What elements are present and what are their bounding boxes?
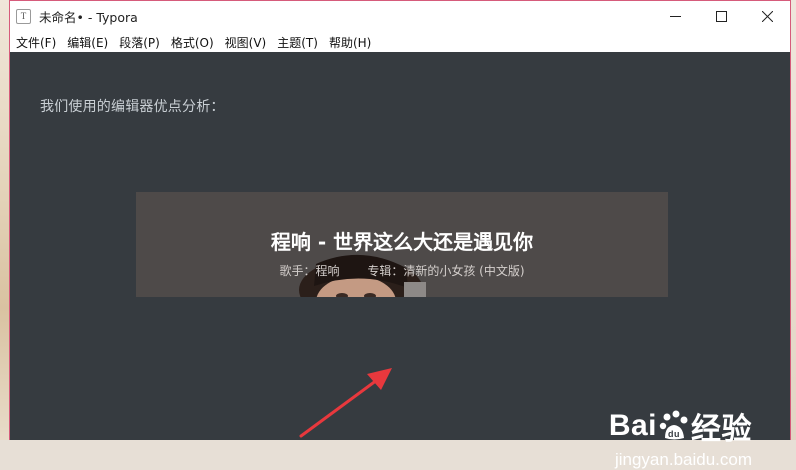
baidu-logo: Bai du 经验	[608, 409, 752, 446]
menu-theme[interactable]: 主题(T)	[277, 34, 318, 51]
window-title: 未命名• - Typora	[39, 10, 138, 25]
menu-format[interactable]: 格式(O)	[171, 34, 214, 51]
menu-help[interactable]: 帮助(H)	[329, 34, 371, 51]
typora-window: T 未命名• - Typora 文件(F) 编辑(E) 段落(P) 格式(O) …	[9, 0, 791, 469]
album-label: 专辑：清新的小女孩 (中文版)	[367, 264, 525, 278]
close-button[interactable]	[744, 1, 790, 32]
menu-file[interactable]: 文件(F)	[16, 34, 56, 51]
window-controls	[652, 1, 790, 32]
maximize-button[interactable]	[698, 1, 744, 32]
menu-paragraph[interactable]: 段落(P)	[119, 34, 160, 51]
editor-area[interactable]: 我们使用的编辑器优点分析： 程响 - 世界这么大还是遇见你 歌手：程响 专辑：清…	[10, 52, 790, 469]
maximize-icon	[715, 11, 727, 22]
song-title: 程响 - 世界这么大还是遇见你	[270, 230, 534, 254]
minimize-icon	[669, 16, 681, 17]
baidu-paw-icon: du	[659, 410, 688, 440]
typora-app-icon: T	[16, 9, 31, 24]
close-icon	[761, 11, 773, 22]
baidu-url: jingyan.baidu.com	[614, 450, 752, 469]
singer-label: 歌手：程响	[279, 264, 340, 278]
menu-bar: 文件(F) 编辑(E) 段落(P) 格式(O) 视图(V) 主题(T) 帮助(H…	[10, 32, 790, 52]
svg-text:du: du	[668, 429, 680, 439]
menu-view[interactable]: 视图(V)	[225, 34, 267, 51]
song-meta: 歌手：程响 专辑：清新的小女孩 (中文版)	[136, 262, 668, 279]
minimize-button[interactable]	[652, 1, 698, 32]
music-embed-card[interactable]: 程响 - 世界这么大还是遇见你 歌手：程响 专辑：清新的小女孩 (中文版)	[136, 192, 668, 297]
document-paragraph[interactable]: 我们使用的编辑器优点分析：	[40, 96, 225, 116]
red-arrow-annotation	[299, 368, 392, 438]
menu-edit[interactable]: 编辑(E)	[67, 34, 108, 51]
baidu-watermark: Bai du 经验 jingyan.baidu.com	[609, 404, 752, 470]
title-bar[interactable]: T 未命名• - Typora	[10, 1, 790, 32]
